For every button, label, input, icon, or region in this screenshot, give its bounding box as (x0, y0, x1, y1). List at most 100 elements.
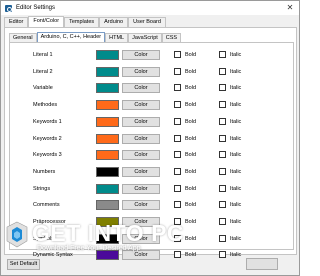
italic-checkbox[interactable] (219, 101, 226, 109)
italic-label: Italic (230, 102, 242, 109)
bold-label: Bold (185, 118, 197, 125)
italic-label: Italic (230, 168, 242, 175)
color-setting-row: Numbers Color Bold Italic (1, 166, 299, 179)
tab-templates[interactable]: Templates (64, 17, 100, 27)
bold-label: Bold (185, 152, 197, 159)
color-setting-row: Methodes Color Bold Italic (1, 100, 299, 112)
bold-checkbox[interactable] (174, 184, 181, 192)
color-swatch (96, 166, 119, 177)
subtab-arduino-c-c-header[interactable]: Arduino, C, C++, Header (36, 32, 106, 42)
color-button[interactable]: Color (122, 50, 160, 60)
italic-checkbox[interactable] (219, 167, 226, 175)
italic-checkbox[interactable] (219, 251, 226, 259)
close-icon[interactable]: ✕ (285, 3, 295, 13)
bold-label: Bold (185, 219, 197, 225)
color-swatch (96, 66, 119, 77)
color-swatch (96, 133, 119, 144)
app-icon (5, 4, 12, 12)
color-swatch (96, 150, 119, 161)
bold-label: Bold (185, 252, 197, 259)
tab-user-board[interactable]: User Board (128, 17, 166, 27)
subtab-general[interactable]: General (9, 33, 37, 42)
bold-checkbox[interactable] (174, 67, 181, 75)
subtab-css[interactable]: CSS (161, 33, 182, 42)
ok-button[interactable] (246, 258, 278, 270)
sub-tab-strip: General Arduino, C, C++, Header HTML JavaSc… (9, 32, 182, 42)
bold-checkbox[interactable] (174, 201, 181, 209)
italic-label: Italic (230, 85, 242, 92)
bold-checkbox[interactable] (174, 151, 181, 159)
watermark-brand: GET INTO PC (32, 220, 185, 246)
top-tab-strip: Editor Font/Color Templates Arduino User Boa… (4, 16, 166, 27)
setting-label: Keywords 3 (33, 152, 62, 159)
color-setting-row: Keywords 2 Color Bold Italic (1, 133, 299, 146)
italic-label: Italic (230, 68, 242, 75)
tab-font-color[interactable]: Font/Color (28, 16, 65, 27)
setting-label: Numbers (33, 168, 56, 175)
setting-label: Variable (33, 85, 53, 92)
tab-editor[interactable]: Editor (4, 17, 29, 27)
color-swatch (96, 50, 119, 60)
watermark-logo-icon (6, 221, 28, 248)
italic-label: Italic (230, 219, 242, 225)
color-button[interactable]: Color (122, 83, 160, 94)
color-button[interactable]: Color (122, 100, 160, 111)
color-swatch (96, 200, 119, 211)
tab-arduino[interactable]: Arduino (99, 17, 129, 27)
italic-label: Italic (230, 202, 242, 209)
bold-label: Bold (185, 102, 197, 109)
bold-label: Bold (185, 185, 197, 192)
color-setting-row: Strings Color Bold Italic (1, 183, 299, 196)
italic-checkbox[interactable] (219, 151, 226, 159)
italic-label: Italic (230, 118, 242, 125)
italic-label: Italic (230, 252, 242, 259)
set-default-button[interactable]: Set Default (7, 259, 40, 270)
italic-checkbox[interactable] (219, 184, 226, 192)
italic-checkbox[interactable] (219, 67, 226, 75)
color-setting-row: Keywords 3 Color Bold Italic (1, 150, 299, 162)
bold-checkbox[interactable] (174, 167, 181, 175)
setting-label: Dynamic Syntax (33, 252, 73, 259)
color-button[interactable]: Color (122, 183, 160, 194)
color-button[interactable]: Color (122, 166, 160, 177)
setting-label: Literal 2 (33, 68, 53, 75)
color-setting-row: Literal 2 Color Bold Italic (1, 66, 299, 79)
bold-checkbox[interactable] (174, 251, 181, 259)
italic-checkbox[interactable] (219, 201, 226, 209)
color-button[interactable]: Color (122, 116, 160, 127)
italic-checkbox[interactable] (219, 84, 226, 92)
italic-label: Italic (230, 135, 242, 142)
color-button[interactable]: Color (122, 66, 160, 77)
color-setting-row: Keywords 1 Color Bold Italic (1, 116, 299, 129)
bold-label: Bold (185, 202, 197, 209)
italic-checkbox[interactable] (219, 134, 226, 142)
bold-checkbox[interactable] (174, 51, 181, 58)
color-setting-row: Comments Color Bold Italic (1, 200, 299, 212)
color-button[interactable]: Color (122, 133, 160, 144)
color-button[interactable]: Color (122, 150, 160, 161)
bold-label: Bold (185, 168, 197, 175)
subtab-javascript[interactable]: JavaScript (128, 33, 162, 42)
window-title: Editor Settings (16, 5, 56, 11)
color-swatch (96, 116, 119, 127)
watermark-tagline: Download Free Your Desired App (37, 245, 141, 252)
setting-label: Keywords 2 (33, 135, 62, 142)
bold-checkbox[interactable] (174, 84, 181, 92)
color-swatch (96, 183, 119, 194)
italic-checkbox[interactable] (219, 218, 226, 225)
italic-checkbox[interactable] (219, 117, 226, 125)
title-bar: Editor Settings ✕ (1, 1, 299, 15)
color-button[interactable]: Color (122, 200, 160, 211)
italic-checkbox[interactable] (219, 51, 226, 58)
bold-checkbox[interactable] (174, 134, 181, 142)
bold-checkbox[interactable] (174, 101, 181, 109)
color-swatch (96, 83, 119, 94)
bold-label: Bold (185, 135, 197, 142)
color-setting-row: Variable Color Bold Italic (1, 83, 299, 95)
subtab-html[interactable]: HTML (105, 33, 129, 42)
setting-label: Strings (33, 185, 51, 192)
bold-checkbox[interactable] (174, 117, 181, 125)
italic-checkbox[interactable] (219, 234, 226, 242)
italic-label: Italic (230, 235, 242, 242)
setting-label: Literal 1 (33, 52, 53, 58)
